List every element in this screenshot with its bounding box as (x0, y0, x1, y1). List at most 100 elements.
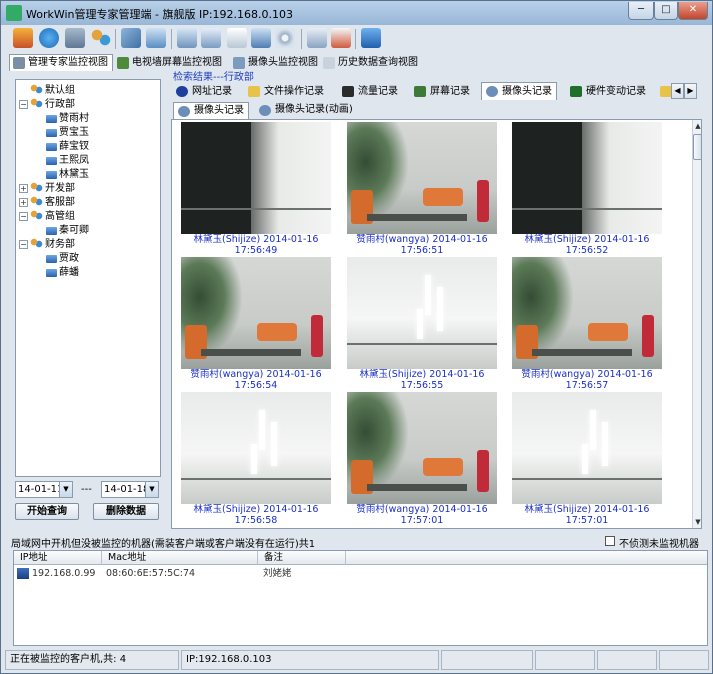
thumbnail-time: 17:57:01 (565, 515, 609, 526)
camera-thumbnail[interactable]: 赞雨村(wangya) 2014-01-16 17:56:54 (180, 257, 332, 391)
list-header: IP地址 Mac地址 备注 (14, 551, 707, 565)
camera-image[interactable] (181, 392, 331, 504)
close-button[interactable]: ✕ (678, 2, 708, 20)
tree-label: 客服部 (45, 197, 75, 208)
scroll-thumb[interactable] (693, 134, 701, 160)
chevron-left-icon[interactable]: ◀ (671, 83, 684, 99)
tree-member[interactable]: 贾宝玉 (46, 126, 89, 139)
camera-thumbnail[interactable]: 赞雨村(wangya) 2014-01-16 17:56:57 (511, 257, 663, 391)
tree-group-support[interactable]: 客服部 (30, 196, 75, 209)
column-note[interactable]: 备注 (258, 551, 346, 565)
tab-label: 摄像头记录 (194, 105, 244, 116)
minimize-button[interactable]: ─ (628, 2, 654, 20)
send-icon[interactable] (201, 28, 221, 48)
to-date-picker[interactable]: 14-01-18 ▼ (101, 481, 159, 498)
camera-image[interactable] (512, 392, 662, 504)
tree-group-admin[interactable]: 行政部 (30, 98, 75, 111)
camera-image[interactable] (181, 257, 331, 369)
tab-url-records[interactable]: 网址记录 (171, 82, 237, 100)
filter-icon[interactable] (146, 28, 166, 48)
tab-screen-records[interactable]: 屏幕记录 (409, 82, 475, 100)
camera-thumbnail[interactable]: 林黛玉(Shijize) 2014-01-16 17:57:01 (511, 392, 663, 526)
title-bar[interactable]: WorkWin管理专家管理端 - 旗舰版 IP:192.168.0.103 ─ … (1, 1, 712, 25)
ignore-unmonitored-checkbox[interactable] (605, 536, 615, 546)
collapse-toggle[interactable]: − (19, 240, 28, 249)
image-detail (201, 349, 301, 356)
camera-image[interactable] (347, 257, 497, 369)
tab-camera-animated[interactable]: 摄像头记录(动画) (255, 102, 357, 119)
users-icon[interactable] (91, 28, 111, 48)
doc-icon[interactable] (227, 28, 247, 48)
maximize-button[interactable]: □ (654, 2, 678, 20)
chevron-down-icon[interactable]: ▼ (145, 482, 158, 497)
thumbnail-user: 林黛玉(Shijize) (524, 504, 592, 515)
camera-thumbnail[interactable]: 林黛玉(Shijize) 2014-01-16 17:56:58 (180, 392, 332, 526)
toolbar (5, 25, 710, 53)
collapse-toggle[interactable]: − (19, 212, 28, 221)
column-mac[interactable]: Mac地址 (102, 551, 258, 565)
from-date-picker[interactable]: 14-01-11 ▼ (15, 481, 73, 498)
tab-hardware-records[interactable]: 硬件变动记录 (565, 82, 651, 100)
tree-member[interactable]: 薛宝钗 (46, 140, 89, 153)
camera-image[interactable] (347, 122, 497, 234)
monitor-gear-icon[interactable] (65, 28, 85, 48)
tab-traffic-records[interactable]: 流量记录 (337, 82, 403, 100)
camera-thumbnail[interactable]: 林黛玉(Shijize) 2014-01-16 17:56:52 (511, 122, 663, 256)
scroll-down-icon[interactable]: ▼ (693, 516, 701, 528)
expand-toggle[interactable]: + (19, 184, 28, 193)
expand-toggle[interactable]: + (19, 198, 28, 207)
gallery-scrollbar[interactable]: ▲ ▼ (692, 120, 701, 528)
table-row[interactable]: 192.168.0.99 08:60:6E:57:5C:74 刘姥姥 (14, 567, 707, 581)
camera-image[interactable] (512, 257, 662, 369)
disc-icon[interactable] (275, 28, 295, 48)
tree-member[interactable]: 薛蟠 (46, 266, 79, 279)
tree-member[interactable]: 秦可卿 (46, 224, 89, 237)
tree-group-exec[interactable]: 高管组 (30, 210, 75, 223)
tree-member[interactable]: 贾政 (46, 252, 79, 265)
camera-image[interactable] (181, 122, 331, 234)
screen-icon[interactable] (177, 28, 197, 48)
tree-group-default[interactable]: 默认组 (30, 84, 75, 97)
book-icon[interactable] (307, 28, 327, 48)
camera-image[interactable] (512, 122, 662, 234)
globe-icon[interactable] (39, 28, 59, 48)
camera-image[interactable] (347, 392, 497, 504)
db-icon[interactable] (13, 28, 33, 48)
wrench-icon[interactable] (121, 28, 141, 48)
image-detail (311, 315, 323, 357)
tab-history-view[interactable]: 历史数据查询视图 (319, 54, 423, 71)
group-icon (30, 210, 43, 221)
tab-scroll-buttons: ◀ ▶ (671, 83, 697, 99)
tree-member[interactable]: 王熙凤 (46, 154, 89, 167)
camera-thumbnail[interactable]: 林黛玉(Shijize) 2014-01-16 17:56:49 (180, 122, 332, 256)
delete-data-button[interactable]: 删除数据 (93, 503, 159, 520)
chevron-down-icon[interactable]: ▼ (59, 482, 72, 497)
tree-member[interactable]: 赞雨村 (46, 112, 89, 125)
tree-group-dev[interactable]: 开发部 (30, 182, 75, 195)
start-query-button[interactable]: 开始查询 (15, 503, 79, 520)
image-detail (423, 188, 463, 206)
calendar-icon[interactable] (331, 28, 351, 48)
tab-file-records[interactable]: 文件操作记录 (243, 82, 329, 100)
thumbnail-time: 17:56:54 (234, 380, 278, 391)
thumbnail-time: 17:56:52 (565, 245, 609, 256)
help-icon[interactable] (361, 28, 381, 48)
camera-thumbnail[interactable]: 林黛玉(Shijize) 2014-01-16 17:56:55 (346, 257, 498, 391)
image-detail (588, 323, 628, 341)
tab-expert-monitor-view[interactable]: 管理专家监控视图 (9, 54, 113, 71)
camera-thumbnail[interactable]: 赞雨村(wangya) 2014-01-16 17:57:01 (346, 392, 498, 526)
windows-icon[interactable] (251, 28, 271, 48)
column-ip[interactable]: IP地址 (14, 551, 102, 565)
scroll-up-icon[interactable]: ▲ (693, 120, 701, 132)
tree-member[interactable]: 林黛玉 (46, 168, 89, 181)
toolbar-separator (171, 29, 172, 49)
unmonitored-list[interactable]: IP地址 Mac地址 备注 192.168.0.99 08:60:6E:57:5… (13, 550, 708, 646)
tab-camera-records[interactable]: 摄像头记录 (481, 82, 557, 100)
tab-camera-stills[interactable]: 摄像头记录 (173, 102, 249, 119)
tree-group-finance[interactable]: 财务部 (30, 238, 75, 251)
chevron-right-icon[interactable]: ▶ (684, 83, 697, 99)
camera-thumbnail[interactable]: 赞雨村(wangya) 2014-01-16 17:56:51 (346, 122, 498, 256)
collapse-toggle[interactable]: − (19, 100, 28, 109)
department-tree[interactable]: 默认组 − 行政部 赞雨村 贾宝玉 薛宝钗 王熙凤 林黛玉 + 开发部 + 客服… (15, 79, 161, 477)
image-detail (582, 444, 588, 474)
